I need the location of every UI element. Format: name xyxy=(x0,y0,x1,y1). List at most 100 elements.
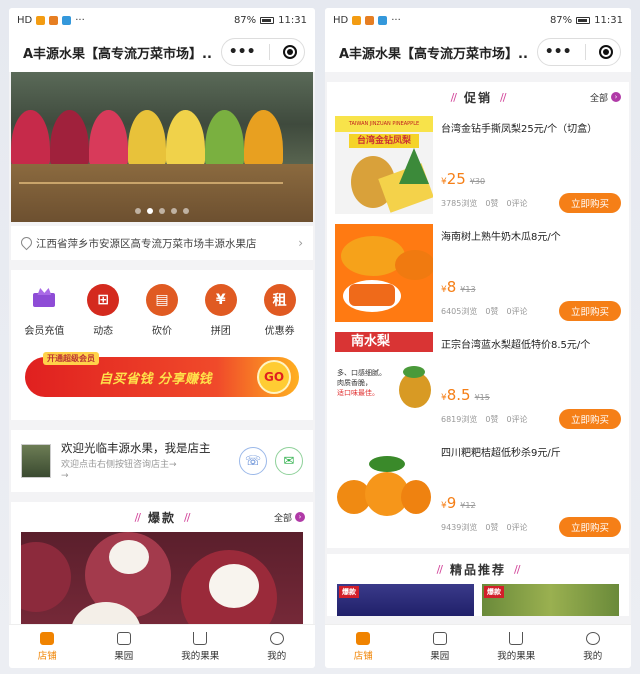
decor-slash-icon: // xyxy=(500,90,507,104)
phone-left: HD ··· 87% 11:31 A丰源水果【高专流万菜市场】... ••• 江西省… xyxy=(9,8,315,668)
tab-me[interactable]: 我的 xyxy=(239,625,316,668)
banner-dot[interactable] xyxy=(135,208,141,214)
grid-item-coupon[interactable]: 租优惠券 xyxy=(252,284,308,337)
app-notif-icon xyxy=(378,15,388,25)
tab-me[interactable]: 我的 xyxy=(555,625,632,668)
close-miniprogram-button[interactable] xyxy=(283,45,298,59)
welcome-title: 欢迎光临丰源水果，我是店主 xyxy=(61,441,211,455)
tab-store[interactable]: 店铺 xyxy=(325,625,402,668)
product-item[interactable]: 海南树上熟牛奶木瓜8元/个 ¥8 ¥13 6405浏览 0赞 0评论 立即购买 xyxy=(327,220,629,328)
views-count: 9439浏览 xyxy=(441,523,478,532)
featured-card[interactable]: 爆款 xyxy=(337,584,474,616)
grid-item-group-buy[interactable]: ¥ 拼团 xyxy=(193,284,249,337)
nav-bar: A丰源水果【高专流万菜市场】... ••• xyxy=(9,32,315,72)
yen-icon: ¥ xyxy=(204,284,237,316)
likes-count: 0赞 xyxy=(485,523,499,532)
promo-all-link[interactable]: 全部 › xyxy=(590,91,621,104)
tab-orchard[interactable]: 果园 xyxy=(402,625,479,668)
product-item[interactable]: 南水梨 多、口感细腻。 肉质香脆， 适口味最佳。 正宗台湾蓝水梨超低特价8.5元/个 ¥8… xyxy=(327,328,629,436)
promo-section-header: // 促销 // 全部 › xyxy=(327,82,629,112)
decor-slash-icon: // xyxy=(134,510,142,524)
signal-label: HD xyxy=(333,14,349,26)
buy-now-button[interactable]: 立即购买 xyxy=(559,517,621,537)
more-menu-button[interactable]: ••• xyxy=(545,44,572,60)
product-info: 台湾金钻手撕凤梨25元/个（切盒） ¥25 ¥30 3785浏览 0赞 0评论 立即购买 xyxy=(433,116,621,214)
battery-icon xyxy=(260,16,275,24)
orchard-icon xyxy=(432,631,447,645)
tab-label: 果园 xyxy=(114,650,134,662)
clock: 11:31 xyxy=(594,14,623,26)
hot-all-link[interactable]: 全部 › xyxy=(274,511,305,524)
wechat-button[interactable]: ✉ xyxy=(275,447,303,475)
orchard-icon xyxy=(116,631,131,645)
product-stats: 3785浏览 0赞 0评论 xyxy=(441,198,528,209)
product-image[interactable]: 南水梨 多、口感细腻。 肉质香脆， 适口味最佳。 xyxy=(335,332,433,430)
address-row[interactable]: 江西省萍乡市安源区高专流万菜市场丰源水果店 › xyxy=(11,226,313,260)
app-notif-icon xyxy=(49,15,59,25)
price-value: 8.5 xyxy=(446,386,471,404)
likes-count: 0赞 xyxy=(485,199,499,208)
tab-store[interactable]: 店铺 xyxy=(9,625,86,668)
promo-all-label: 全部 xyxy=(589,93,608,104)
banner-dot[interactable] xyxy=(147,208,153,214)
product-price: ¥8 ¥13 xyxy=(441,278,476,296)
miniprogram-capsule: ••• xyxy=(221,38,305,66)
hot-all-label: 全部 xyxy=(273,513,292,524)
more-menu-button[interactable]: ••• xyxy=(229,44,256,60)
phone-call-button[interactable]: ☏ xyxy=(239,447,267,475)
hot-section-header: // 爆款 // 全部 › xyxy=(11,502,313,532)
product-info: 正宗台湾蓝水梨超低特价8.5元/个 ¥8.5 ¥15 6819浏览 0赞 0评论 立即购买 xyxy=(433,332,621,430)
grid-item-news[interactable]: ⊞ 动态 xyxy=(75,284,131,337)
grid-item-label: 动态 xyxy=(93,326,114,337)
shop-banner[interactable] xyxy=(11,72,313,222)
screenshot-canvas: HD ··· 87% 11:31 A丰源水果【高专流万菜市场】... ••• 江西省… xyxy=(0,0,640,674)
product-image[interactable] xyxy=(335,440,433,538)
chevron-right-icon: › xyxy=(611,92,621,102)
tab-my-fruit[interactable]: 我的果果 xyxy=(162,625,239,668)
views-count: 6819浏览 xyxy=(441,415,478,424)
vip-promo-banner[interactable]: 开通超级会员 自买省钱 分享赚钱 GO xyxy=(25,352,299,397)
tab-my-fruit[interactable]: 我的果果 xyxy=(478,625,555,668)
tab-orchard[interactable]: 果园 xyxy=(86,625,163,668)
featured-card[interactable]: 爆款 xyxy=(482,584,619,616)
vip-slogan: 自买省钱 分享赚钱 xyxy=(99,371,213,387)
close-miniprogram-button[interactable] xyxy=(599,45,614,59)
capsule-divider xyxy=(268,44,270,60)
cart-icon xyxy=(193,631,208,645)
image-caption: 多、口感细腻。 肉质香脆， 适口味最佳。 xyxy=(337,368,386,398)
buy-now-button[interactable]: 立即购买 xyxy=(559,193,621,213)
battery-percent: 87% xyxy=(549,14,573,26)
welcome-text: 欢迎光临丰源水果，我是店主 欢迎点击右侧按钮咨询店主→ → xyxy=(61,440,211,482)
news-icon: ⊞ xyxy=(87,284,120,316)
buy-now-button[interactable]: 立即购买 xyxy=(559,409,621,429)
banner-dot[interactable] xyxy=(171,208,177,214)
product-item[interactable]: 四川粑粑桔超低秒杀9元/斤 ¥9 ¥12 9439浏览 0赞 0评论 立即购买 xyxy=(327,436,629,544)
product-image[interactable]: TAIWAN JINZUAN PINEAPPLE 台湾金钻凤梨 xyxy=(335,116,433,214)
grid-item-vip-recharge[interactable]: 会员充值 xyxy=(16,284,72,337)
miniprogram-capsule: ••• xyxy=(537,38,621,66)
product-item[interactable]: TAIWAN JINZUAN PINEAPPLE 台湾金钻凤梨 台湾金钻手撕凤梨25… xyxy=(327,112,629,220)
buy-now-button[interactable]: 立即购买 xyxy=(559,301,621,321)
battery-percent: 87% xyxy=(233,14,257,26)
banner-dot[interactable] xyxy=(183,208,189,214)
owner-avatar xyxy=(21,444,51,478)
product-stats: 9439浏览 0赞 0评论 xyxy=(441,522,528,533)
go-button[interactable]: GO xyxy=(259,362,289,392)
address-text: 江西省萍乡市安源区高专流万菜市场丰源水果店 xyxy=(36,237,257,250)
clock: 11:31 xyxy=(278,14,307,26)
product-image[interactable] xyxy=(335,224,433,322)
product-name: 海南树上熟牛奶木瓜8元/个 xyxy=(441,232,561,243)
banner-dot[interactable] xyxy=(159,208,165,214)
store-icon xyxy=(356,631,371,645)
product-info: 海南树上熟牛奶木瓜8元/个 ¥8 ¥13 6405浏览 0赞 0评论 立即购买 xyxy=(433,224,621,322)
promo-section-title: 促销 xyxy=(463,90,492,105)
mangosteen-flesh xyxy=(209,564,259,608)
product-stats: 6405浏览 0赞 0评论 xyxy=(441,306,528,317)
welcome-card: 欢迎光临丰源水果，我是店主 欢迎点击右侧按钮咨询店主→ → ☏ ✉ xyxy=(11,430,313,492)
likes-count: 0赞 xyxy=(485,307,499,316)
chevron-right-icon: › xyxy=(298,236,303,250)
tab-label: 我的果果 xyxy=(497,650,536,662)
tab-label: 店铺 xyxy=(37,650,57,662)
battery-icon xyxy=(576,16,591,24)
grid-item-bargain[interactable]: ▤ 砍价 xyxy=(134,284,190,337)
